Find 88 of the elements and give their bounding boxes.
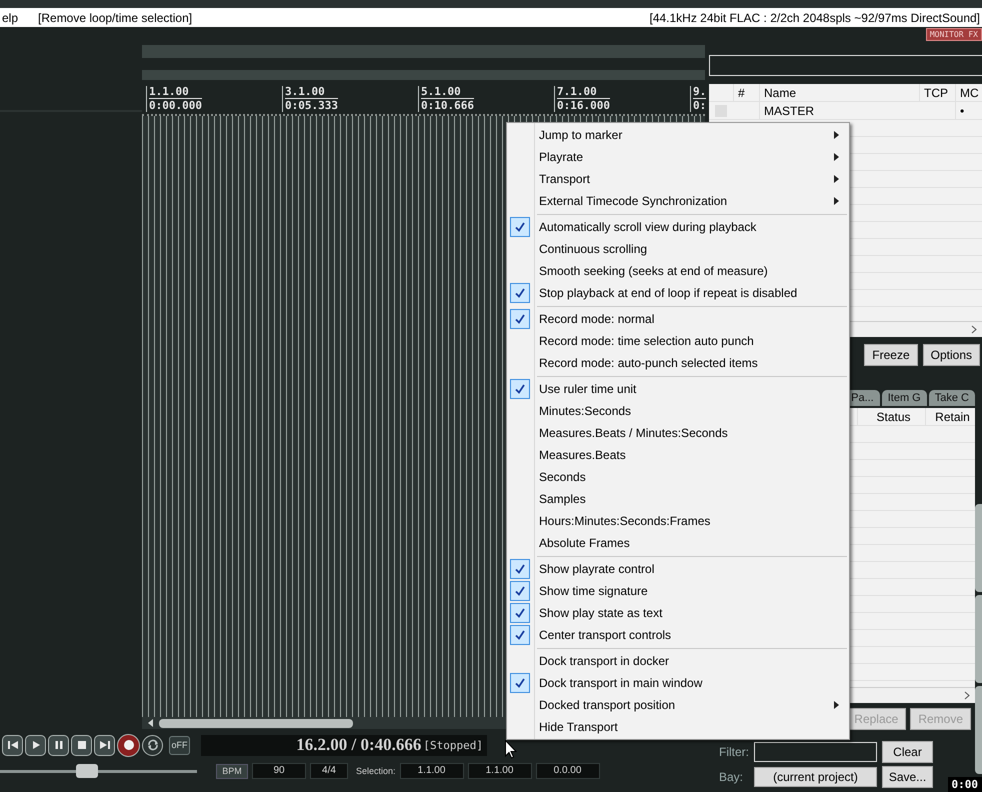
column-header[interactable]: MC — [955, 84, 982, 101]
selection-field[interactable]: 1.1.00 — [400, 763, 464, 779]
filter-label: Filter: — [719, 745, 749, 759]
column-header[interactable]: TCP — [919, 84, 955, 101]
go-start-button[interactable] — [2, 734, 23, 756]
menu-item[interactable]: Dock transport in main window — [507, 672, 849, 694]
filter-field[interactable] — [754, 742, 877, 762]
slider-thumb[interactable] — [76, 764, 98, 778]
menu-item[interactable]: Stop playback at end of loop if repeat is disabled — [507, 282, 849, 304]
menu-item[interactable]: Transport — [507, 168, 849, 190]
menu-item[interactable]: Automatically scroll view during playback — [507, 216, 849, 238]
mouse-cursor-icon — [505, 740, 517, 759]
repeat-icon — [146, 739, 158, 751]
selection-field[interactable]: 1.1.00 — [468, 763, 532, 779]
menu-item[interactable]: Smooth seeking (seeks at end of measure) — [507, 260, 849, 282]
menu-item[interactable]: Seconds — [507, 466, 849, 488]
record-button[interactable] — [117, 734, 140, 756]
ruler-time: 0:10.666 — [421, 99, 474, 112]
panel-button[interactable]: Options — [922, 344, 980, 366]
selection-label: Selection: — [356, 766, 396, 776]
ruler-measure: 7.1.00 — [557, 86, 610, 99]
pause-icon — [52, 739, 64, 751]
bay-label: Bay: — [719, 770, 744, 784]
go-start-icon — [6, 739, 18, 751]
menu-item[interactable]: Record mode: time selection auto punch — [507, 330, 849, 352]
column-header[interactable]: Name — [759, 84, 919, 101]
pause-button[interactable] — [48, 734, 69, 756]
play-position: 16.2.00 / 0:40.666 — [296, 735, 422, 755]
bpm-field[interactable]: 90 — [252, 763, 306, 779]
stop-button[interactable] — [71, 734, 92, 756]
timeline-ruler[interactable]: 1.1.00 0:00.000 3.1.00 0:05.333 5.1.00 0:10.666 7.1.00 0:16.000 9. 0: — [142, 86, 705, 116]
menu-item[interactable]: Playrate — [507, 146, 849, 168]
play-state: [Stopped] — [423, 738, 483, 752]
search-field[interactable] — [709, 55, 982, 76]
save-button[interactable]: Save... — [882, 766, 933, 788]
track-name: MASTER — [759, 102, 919, 119]
stop-icon — [76, 739, 88, 751]
menu-item[interactable]: Docked transport position — [507, 694, 849, 716]
ruler-time: 0: — [693, 99, 706, 112]
monitor-fx-button[interactable]: MONITOR FX — [926, 28, 982, 41]
menu-item[interactable]: Show time signature — [507, 580, 849, 602]
scroll-thumb[interactable] — [159, 718, 353, 728]
menu-item[interactable]: Show playrate control — [507, 558, 849, 580]
ruler-measure: 1.1.00 — [149, 86, 202, 99]
ruler-measure: 3.1.00 — [285, 86, 338, 99]
panel-button[interactable]: Freeze — [864, 344, 918, 366]
bay-select[interactable]: (current project) — [754, 767, 877, 787]
column-header[interactable]: Retain — [925, 408, 975, 425]
scroll-right-icon[interactable] — [964, 691, 970, 700]
go-end-button[interactable] — [94, 734, 115, 756]
menu-item[interactable]: Dock transport in docker — [507, 650, 849, 672]
menu-item[interactable]: Measures.Beats — [507, 444, 849, 466]
repeat-button[interactable] — [142, 734, 163, 756]
menu-item[interactable]: Hours:Minutes:Seconds:Frames — [507, 510, 849, 532]
menu-item[interactable]: Absolute Frames — [507, 532, 849, 554]
menu-item[interactable]: Measures.Beats / Minutes:Seconds — [507, 422, 849, 444]
play-button[interactable] — [25, 734, 46, 756]
ruler-time: 0:05.333 — [285, 99, 338, 112]
ruler-time: 0:00.000 — [149, 99, 202, 112]
record-icon — [122, 739, 134, 751]
column-header[interactable]: Status — [857, 408, 925, 425]
menu-item[interactable]: External Timecode Synchronization — [507, 190, 849, 212]
column-header[interactable]: # — [733, 84, 759, 101]
ruler-time: 0:16.000 — [557, 99, 610, 112]
time-counter: 0:00 — [948, 777, 982, 792]
audio-status: [44.1kHz 24bit FLAC : 2/2ch 2048spls ~92/97ms DirectSound] — [649, 10, 980, 24]
off-toggle[interactable]: oFF — [169, 736, 190, 754]
docker-tab[interactable]: Item G — [882, 390, 927, 406]
menu-item[interactable]: Jump to marker — [507, 124, 849, 146]
menu-item[interactable]: Continuous scrolling — [507, 238, 849, 260]
menu-item[interactable]: Samples — [507, 488, 849, 510]
table-cell: • — [955, 102, 982, 119]
action-hint: [Remove loop/time selection] — [38, 10, 192, 24]
docker-tab[interactable]: Take C — [928, 390, 975, 406]
menu-item[interactable]: Show play state as text — [507, 602, 849, 624]
scroll-right-icon[interactable] — [971, 325, 977, 334]
clear-button[interactable]: Clear — [882, 741, 933, 763]
menu-item[interactable]: Record mode: normal — [507, 308, 849, 330]
bpm-button[interactable]: BPM — [216, 764, 248, 778]
go-end-icon — [98, 739, 110, 751]
menu-item[interactable]: Record mode: auto-punch selected items — [507, 352, 849, 374]
ruler-measure: 5.1.00 — [421, 86, 474, 99]
selection-field[interactable]: 0.0.00 — [536, 763, 600, 779]
menu-item[interactable]: Use ruler time unit — [507, 378, 849, 400]
menu-item[interactable]: Center transport controls — [507, 624, 849, 646]
menu-item[interactable]: elp — [2, 10, 18, 24]
time-signature-field[interactable]: 4/4 — [310, 763, 348, 779]
menu-item[interactable]: Hide Transport — [507, 716, 849, 738]
